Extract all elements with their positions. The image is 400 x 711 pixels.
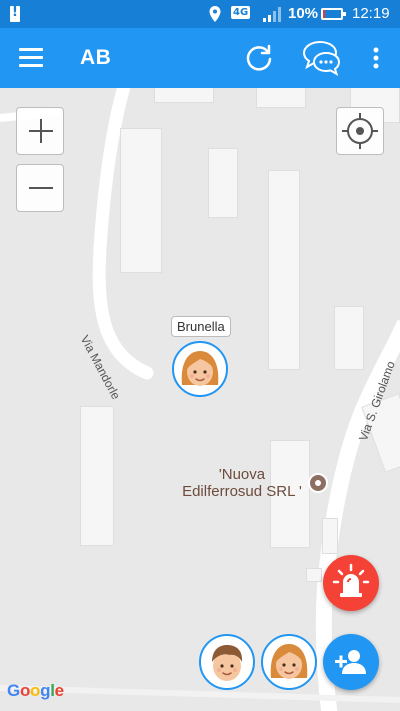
location-icon (209, 6, 221, 22)
place-pin-icon[interactable] (308, 473, 328, 493)
zoom-in-button[interactable] (16, 107, 64, 155)
menu-icon[interactable] (19, 48, 43, 68)
refresh-icon[interactable] (244, 43, 274, 73)
contact-avatar[interactable] (261, 634, 317, 690)
boy-avatar-icon (212, 645, 243, 681)
my-location-button[interactable] (336, 107, 384, 155)
building (268, 170, 300, 370)
girl-avatar-icon (270, 644, 308, 679)
map-view[interactable]: Via Mandorle Via S. Girolamo 'Nuova Edil… (0, 88, 400, 711)
building (322, 518, 338, 554)
building (154, 88, 214, 103)
siren-icon (332, 563, 370, 597)
battery-percent: 10% (288, 5, 319, 22)
place-label-line2: Edilferrosud SRL ' (182, 483, 302, 500)
building (306, 568, 322, 582)
more-vert-icon[interactable] (366, 45, 386, 71)
building (80, 406, 114, 546)
building (120, 128, 162, 273)
signal-icon (263, 7, 281, 22)
clock: 12:19 (352, 5, 390, 22)
alert-icon (10, 5, 20, 22)
add-person-icon (335, 650, 366, 674)
building (334, 306, 364, 370)
marker-avatar[interactable] (172, 341, 228, 397)
chat-icon[interactable] (300, 38, 344, 78)
app-bar: AB (0, 28, 400, 88)
my-location-icon (342, 113, 378, 149)
zoom-out-button[interactable] (16, 164, 64, 212)
map-attribution: Google (7, 681, 64, 700)
contact-avatar[interactable] (199, 634, 255, 690)
add-contact-button[interactable] (323, 634, 379, 690)
building (256, 88, 306, 108)
girl-avatar-icon (181, 351, 219, 386)
battery-icon (321, 8, 346, 20)
network-type: 4G (231, 6, 251, 19)
sos-button[interactable] (323, 555, 379, 611)
marker-name-tag: Brunella (171, 316, 231, 337)
place-label: 'Nuova Edilferrosud SRL ' (178, 466, 306, 500)
status-bar: 4G 10% 12:19 (0, 0, 400, 28)
place-label-line1: 'Nuova (218, 466, 266, 483)
building (208, 148, 238, 218)
page-title: AB (80, 46, 112, 69)
